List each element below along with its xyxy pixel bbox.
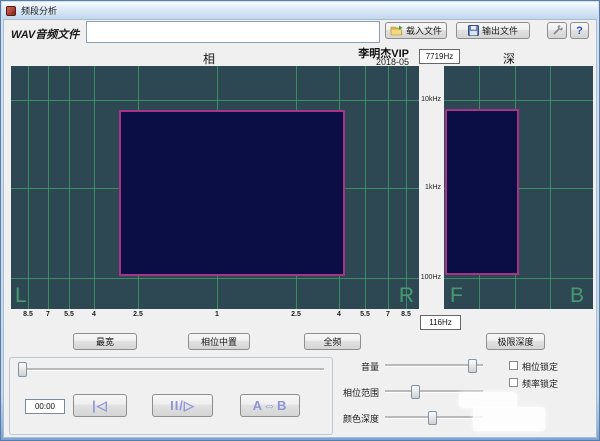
seek-slider-track[interactable] <box>18 368 324 370</box>
phase-lock-checkbox[interactable] <box>509 361 518 370</box>
phase-field-rect <box>119 110 345 276</box>
max-depth-label: 极限深度 <box>497 335 533 348</box>
x-tick-label: 5.5 <box>360 311 370 318</box>
gridline-horizontal <box>11 100 419 101</box>
help-button[interactable]: ? <box>570 22 589 39</box>
top-frequency-value: 7719Hz <box>419 49 460 64</box>
x-tick-label: 4 <box>337 311 341 318</box>
x-tick-label: 5.5 <box>64 311 74 318</box>
phase-plot[interactable]: L R <box>11 66 419 309</box>
widest-label: 最宽 <box>96 335 114 348</box>
x-tick-label: 7 <box>46 311 50 318</box>
window-title: 频段分析 <box>21 4 57 17</box>
save-disk-icon <box>468 25 479 36</box>
depth-plot[interactable]: F B <box>444 66 593 309</box>
title-bar[interactable]: 频段分析 <box>2 2 598 19</box>
load-file-label: 载入文件 <box>406 24 442 37</box>
skip-start-icon: |◁ <box>92 398 108 414</box>
settings-button[interactable] <box>547 22 567 39</box>
frequency-axis: 10kHz 1kHz 100Hz <box>419 66 443 309</box>
load-file-button[interactable]: 载入文件 <box>385 22 447 39</box>
phase-range-slider-label: 相位范围 <box>329 386 379 399</box>
x-tick-label: 2.5 <box>133 311 143 318</box>
skip-start-button[interactable]: |◁ <box>73 394 127 417</box>
widest-button[interactable]: 最宽 <box>73 333 137 350</box>
full-range-label: 全频 <box>323 335 341 348</box>
phase-plot-title: 相 <box>181 50 237 67</box>
color-depth-slider-thumb[interactable] <box>428 411 437 425</box>
export-file-button[interactable]: 输出文件 <box>456 22 530 39</box>
phase-center-button[interactable]: 相位中置 <box>188 333 250 350</box>
freq-tick-label: 1kHz <box>425 184 441 191</box>
ab-loop-icon: A⇔B <box>253 398 288 413</box>
max-depth-button[interactable]: 极限深度 <box>486 333 545 350</box>
x-tick-label: 1 <box>215 311 219 318</box>
wav-file-label: WAV音频文件 <box>11 26 79 42</box>
time-display: 00:00 <box>25 399 65 414</box>
play-pause-icon: II/▷ <box>170 398 195 414</box>
play-pause-button[interactable]: II/▷ <box>152 394 213 417</box>
freq-tick-label: 10kHz <box>421 96 441 103</box>
color-depth-slider-label: 颜色深度 <box>329 412 379 425</box>
bottom-frequency-value: 116Hz <box>420 315 461 330</box>
depth-plot-title: 深 <box>481 50 537 67</box>
load-folder-icon <box>390 25 403 36</box>
freq-tick-label: 100Hz <box>421 274 441 281</box>
gridline-horizontal <box>444 278 593 279</box>
gridline-horizontal <box>11 278 419 279</box>
freq-lock-checkbox-label: 频率锁定 <box>522 377 558 390</box>
export-file-label: 输出文件 <box>482 24 518 37</box>
phase-range-slider-thumb[interactable] <box>411 385 420 399</box>
phase-corner-left: L <box>15 284 27 308</box>
help-label: ? <box>576 25 583 37</box>
volume-slider-label: 音量 <box>329 360 379 373</box>
app-window: 频段分析 WAV音频文件 载入文件 输出文件 ? 相 <box>0 0 600 441</box>
x-tick-label: 8.5 <box>401 311 411 318</box>
watermark-blob <box>459 392 517 408</box>
gridline-horizontal <box>444 100 593 101</box>
phase-lock-checkbox-label: 相位锁定 <box>522 360 558 373</box>
depth-field-rect <box>445 109 519 275</box>
depth-corner-left: F <box>450 284 463 308</box>
phase-x-axis: 8.5 7 5.5 4 2.5 1 2.5 4 5.5 7 8.5 <box>11 311 419 323</box>
wrench-icon <box>551 25 563 37</box>
ab-loop-button[interactable]: A⇔B <box>240 394 300 417</box>
wav-file-input[interactable] <box>86 21 380 43</box>
x-tick-label: 8.5 <box>23 311 33 318</box>
volume-slider-thumb[interactable] <box>468 359 477 373</box>
seek-slider-thumb[interactable] <box>18 362 27 377</box>
freq-lock-checkbox[interactable] <box>509 378 518 387</box>
full-range-button[interactable]: 全频 <box>304 333 361 350</box>
x-tick-label: 2.5 <box>291 311 301 318</box>
watermark-blob <box>473 407 545 431</box>
app-icon <box>6 6 16 16</box>
depth-corner-right: B <box>570 284 584 308</box>
transport-group: 00:00 |◁ II/▷ A⇔B <box>9 357 333 435</box>
x-tick-label: 4 <box>92 311 96 318</box>
phase-center-label: 相位中置 <box>201 335 237 348</box>
x-tick-label: 7 <box>386 311 390 318</box>
